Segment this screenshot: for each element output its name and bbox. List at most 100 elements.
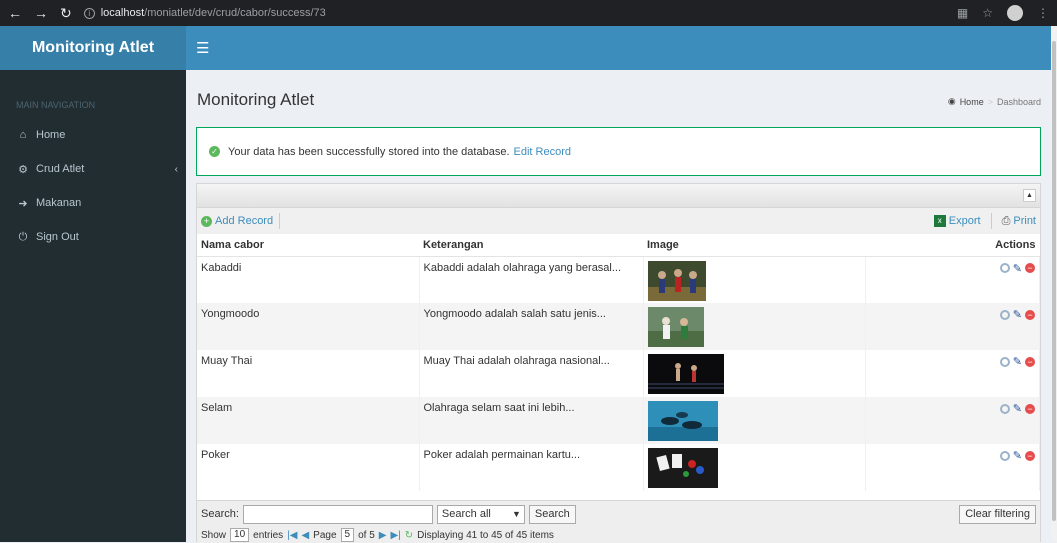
search-input[interactable] [242, 504, 433, 524]
thumbnail-image[interactable] [647, 448, 718, 488]
delete-icon[interactable]: − [1025, 309, 1035, 320]
edit-pencil-icon[interactable]: ✎ [1013, 402, 1022, 415]
prev-page-icon[interactable]: ◀ [301, 530, 309, 541]
sign-in-icon: ➜ [18, 197, 28, 210]
translate-icon[interactable]: ▦ [957, 6, 968, 20]
edit-pencil-icon[interactable]: ✎ [1013, 262, 1022, 275]
cell-nama: Muay Thai [197, 350, 420, 397]
url-path: /moniatlet/dev/crud/cabor/success/73 [144, 7, 326, 19]
address-bar[interactable]: i localhost/moniatlet/dev/crud/cabor/suc… [83, 7, 326, 19]
hamburger-menu-icon[interactable]: ☰ [196, 39, 209, 57]
sidebar-item-sign-out[interactable]: ⏻ Sign Out [0, 220, 186, 254]
collapse-icon[interactable]: ▲ [1023, 189, 1036, 202]
column-header-keterangan[interactable]: Keterangan [419, 234, 643, 257]
power-icon: ⏻ [18, 230, 28, 243]
sidebar-item-crud-atlet[interactable]: ⚙ Crud Atlet ‹ [0, 152, 186, 186]
cell-keterangan: Poker adalah permainan kartu... [419, 444, 644, 491]
brand-logo[interactable]: Monitoring Atlet [0, 26, 186, 70]
export-button[interactable]: x Export [933, 215, 981, 227]
column-header-image[interactable]: Image [643, 234, 865, 257]
last-page-icon[interactable]: ▶| [390, 530, 400, 541]
edit-record-link[interactable]: Edit Record [514, 146, 571, 158]
view-magnifier-icon[interactable] [999, 450, 1010, 461]
page-of-label: of 5 [358, 529, 375, 541]
delete-icon[interactable]: − [1025, 450, 1035, 461]
search-bar: Search: Search all ▼ Search Clear filter… [197, 500, 1040, 527]
thumbnail-image[interactable] [647, 260, 706, 301]
next-page-icon[interactable]: ▶ [379, 530, 387, 541]
info-icon: i [83, 7, 95, 19]
show-label: Show [201, 529, 227, 541]
page-label: Page [313, 529, 337, 541]
cell-keterangan: Olahraga selam saat ini lebih... [419, 397, 644, 444]
cell-actions: ✎ − [865, 350, 1040, 397]
thumbnail-image[interactable] [647, 401, 718, 441]
view-magnifier-icon[interactable] [999, 356, 1010, 367]
success-alert: ✓ Your data has been successfully stored… [196, 127, 1041, 176]
cell-image [643, 303, 866, 350]
pagination-bar: Show 10 entries |◀ ◀ Page 5 of 5 ▶ ▶| ↻ … [197, 527, 1040, 543]
page-title: Monitoring Atlet [197, 90, 315, 109]
home-icon: ⌂ [19, 129, 27, 141]
search-field-select[interactable]: Search all ▼ [436, 504, 525, 524]
first-page-icon[interactable]: |◀ [287, 530, 297, 541]
search-label: Search: [201, 508, 239, 520]
menu-dots-icon[interactable]: ⋮ [1037, 6, 1049, 20]
breadcrumb-home[interactable]: Home [960, 97, 984, 107]
sidebar-item-label: Crud Atlet [36, 163, 85, 175]
header-bar: ☰ [186, 26, 1057, 70]
toolbar-divider [990, 213, 992, 229]
sidebar-item-home[interactable]: ⌂ Home [0, 118, 186, 152]
table-row: Muay Thai Muay Thai adalah olahraga nasi… [197, 350, 1040, 397]
per-page-select[interactable]: 10 [230, 528, 250, 542]
delete-icon[interactable]: − [1025, 263, 1035, 273]
sidebar-item-label: Makanan [36, 197, 82, 209]
page-scrollbar[interactable] [1051, 26, 1057, 542]
view-magnifier-icon[interactable] [999, 403, 1010, 414]
dashboard-icon: ◉ [947, 96, 956, 106]
edit-pencil-icon[interactable]: ✎ [1013, 308, 1022, 321]
chevron-down-icon: ▼ [512, 508, 521, 519]
cell-nama: Yongmoodo [197, 303, 420, 350]
edit-pencil-icon[interactable]: ✎ [1013, 355, 1022, 368]
table-row: Selam Olahraga selam saat ini lebih... ✎… [197, 397, 1040, 444]
sidebar-item-makanan[interactable]: ➜ Makanan [0, 186, 186, 220]
search-button[interactable]: Search [528, 504, 576, 524]
view-magnifier-icon[interactable] [999, 263, 1010, 273]
column-header-nama[interactable]: Nama cabor [197, 234, 419, 257]
delete-icon[interactable]: − [1025, 403, 1035, 414]
scrollbar-thumb[interactable] [1052, 41, 1056, 521]
thumbnail-image[interactable] [647, 307, 704, 347]
edit-pencil-icon[interactable]: ✎ [1013, 449, 1022, 462]
gear-icon: ⚙ [18, 163, 28, 176]
url-host: localhost [100, 7, 145, 19]
avatar[interactable] [1007, 5, 1023, 21]
page-number-input[interactable]: 5 [340, 528, 355, 542]
cell-nama: Kabaddi [197, 256, 420, 303]
table-row: Kabaddi Kabaddi adalah olahraga yang ber… [197, 256, 1040, 303]
excel-icon: x [933, 215, 946, 227]
refresh-icon[interactable]: ↻ [405, 530, 413, 541]
back-icon[interactable]: ← [8, 5, 22, 21]
check-circle-icon: ✓ [209, 146, 220, 157]
print-label: Print [1013, 215, 1036, 227]
star-icon[interactable]: ☆ [982, 6, 993, 20]
grid-toolbar: + Add Record x Export ⎙ Print [197, 208, 1040, 234]
view-magnifier-icon[interactable] [999, 309, 1010, 320]
forward-icon[interactable]: → [34, 5, 48, 21]
delete-icon[interactable]: − [1025, 356, 1035, 367]
breadcrumb: ◉ Home > Dashboard [948, 96, 1041, 107]
add-record-label: Add Record [215, 215, 274, 227]
cell-nama: Poker [197, 444, 420, 491]
cell-actions: ✎ − [865, 397, 1040, 444]
print-button[interactable]: ⎙ Print [1002, 215, 1036, 228]
sidebar-section-header: MAIN NAVIGATION [16, 100, 96, 110]
reload-icon[interactable]: ↻ [60, 5, 72, 22]
cell-actions: ✎ − [865, 256, 1040, 303]
thumbnail-image[interactable] [647, 354, 724, 394]
main-content: Monitoring Atlet ◉ Home > Dashboard ✓ Yo… [186, 70, 1051, 543]
clear-filtering-button[interactable]: Clear filtering [959, 504, 1036, 524]
chevron-left-icon: ‹ [174, 163, 178, 175]
add-record-button[interactable]: + Add Record [201, 215, 273, 227]
sidebar: MAIN NAVIGATION ⌂ Home ⚙ Crud Atlet ‹ ➜ … [0, 70, 186, 542]
